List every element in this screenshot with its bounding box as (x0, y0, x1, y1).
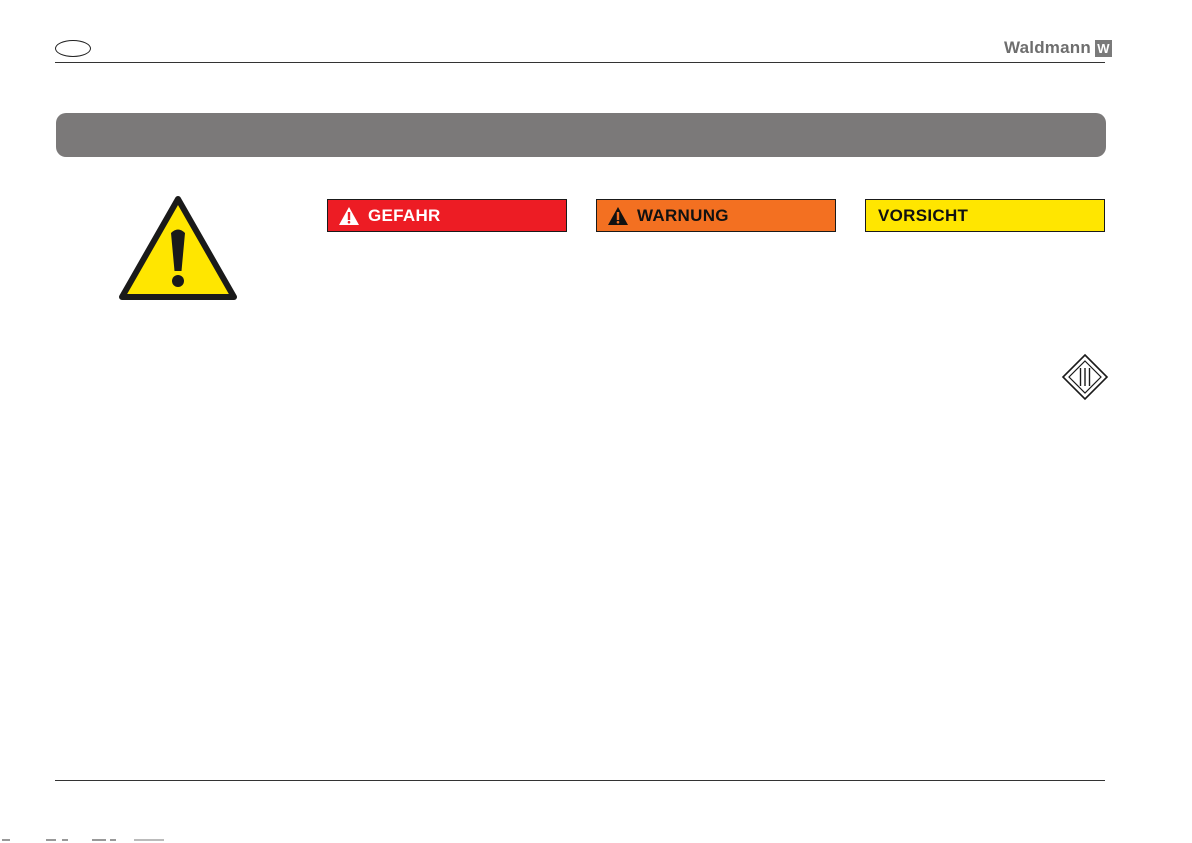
print-marks (2, 839, 164, 841)
manual-page: Waldmann W GEFAHR WARNUNG VORSICHT (0, 0, 1192, 843)
signal-word-caution: VORSICHT (865, 199, 1105, 232)
protection-class-iii-icon (1061, 353, 1109, 401)
header-divider (55, 62, 1105, 63)
signal-word-warning-label: WARNUNG (637, 205, 729, 225)
brand-logo: Waldmann W (1004, 38, 1112, 58)
brand-mark-icon: W (1094, 39, 1112, 57)
warning-triangle-icon (119, 196, 237, 300)
signal-word-warning: WARNUNG (596, 199, 836, 232)
signal-word-caution-label: VORSICHT (878, 205, 969, 225)
section-heading-bar (56, 113, 1106, 157)
footer-divider (55, 780, 1105, 781)
signal-word-danger: GEFAHR (327, 199, 567, 232)
warning-triangle-small-icon (608, 206, 628, 225)
signal-word-danger-label: GEFAHR (368, 205, 441, 225)
brand-name: Waldmann (1004, 38, 1091, 57)
language-marker-oval (55, 40, 91, 57)
danger-triangle-icon (339, 206, 359, 225)
